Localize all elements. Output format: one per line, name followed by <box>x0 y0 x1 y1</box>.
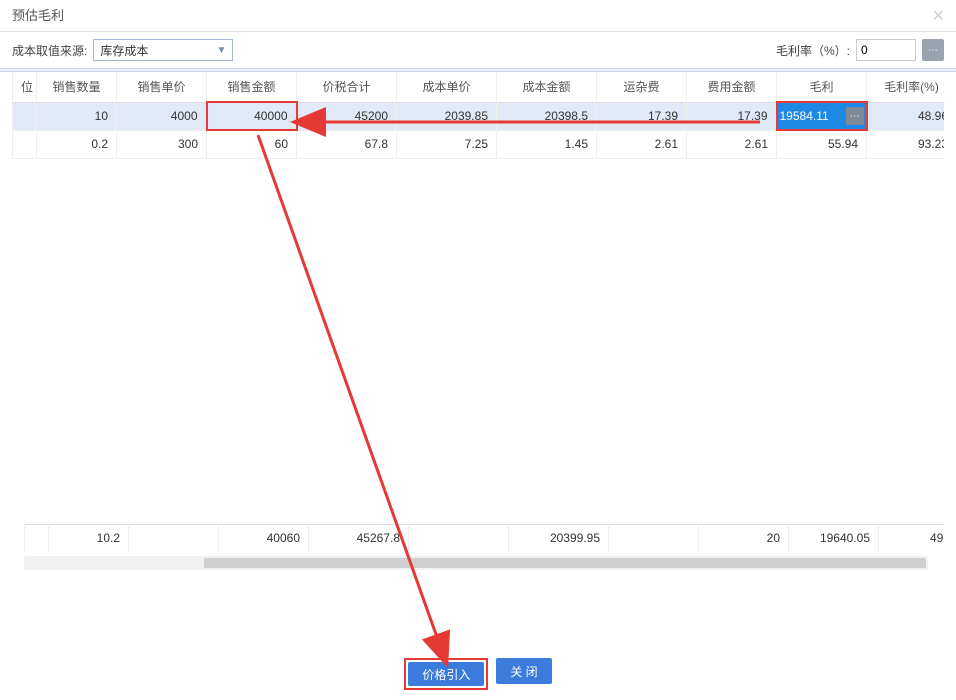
chevron-down-icon: ▼ <box>216 45 226 56</box>
col-profit-rate[interactable]: 毛利率(%) <box>867 72 945 102</box>
close-icon[interactable]: × <box>932 0 944 32</box>
cell[interactable]: 4000 <box>117 102 207 130</box>
header-row: 位 销售数量 销售单价 销售金额 价税合计 成本单价 成本金额 运杂费 费用金额… <box>13 72 945 102</box>
title-bar: 预估毛利 × <box>0 0 956 32</box>
cell[interactable]: 2.61 <box>597 130 687 158</box>
source-label: 成本取值来源: <box>12 42 87 59</box>
cell[interactable]: 7.25 <box>397 130 497 158</box>
col-amount[interactable]: 销售金额 <box>207 72 297 102</box>
rate-input[interactable] <box>856 39 916 61</box>
col-pos[interactable]: 位 <box>13 72 37 102</box>
col-price[interactable]: 销售单价 <box>117 72 207 102</box>
cell[interactable]: 55.94 <box>777 130 867 158</box>
col-qty[interactable]: 销售数量 <box>37 72 117 102</box>
cost-source-value: 库存成本 <box>100 42 148 59</box>
total-cell: 19640.05 <box>789 524 879 552</box>
footer-buttons: 价格引入 关 闭 <box>0 658 956 690</box>
horizontal-scrollbar[interactable] <box>24 556 928 570</box>
cell[interactable]: 2039.85 <box>397 102 497 130</box>
scrollbar-thumb[interactable] <box>204 558 926 568</box>
total-cell: 20 <box>699 524 789 552</box>
col-freight[interactable]: 运杂费 <box>597 72 687 102</box>
highlight-box: 价格引入 <box>404 658 488 690</box>
rate-label: 毛利率（%）: <box>776 42 850 59</box>
cell[interactable]: 300 <box>117 130 207 158</box>
cell-profit-edit[interactable]: 19584.11 ⋯ <box>777 102 867 130</box>
dialog-title: 预估毛利 <box>12 0 64 32</box>
calculator-icon[interactable]: ⋯ <box>922 39 944 61</box>
col-cost-amount[interactable]: 成本金额 <box>497 72 597 102</box>
total-cell: 20399.95 <box>509 524 609 552</box>
total-cell <box>25 524 49 552</box>
cell[interactable]: 67.8 <box>297 130 397 158</box>
total-cell <box>129 524 219 552</box>
dialog-estimate-profit: 预估毛利 × 成本取值来源: 库存成本 ▼ 毛利率（%）: ⋯ <box>0 0 956 700</box>
grid-table: 位 销售数量 销售单价 销售金额 价税合计 成本单价 成本金额 运杂费 费用金额… <box>12 72 944 159</box>
cell-profit-value: 19584.11 <box>780 109 829 123</box>
cell[interactable]: 20398.5 <box>497 102 597 130</box>
total-cell <box>409 524 509 552</box>
toolbar-left: 成本取值来源: 库存成本 ▼ <box>12 39 233 61</box>
table-row[interactable]: 10 4000 40000 45200 2039.85 20398.5 17.3… <box>13 102 945 130</box>
data-grid: 位 销售数量 销售单价 销售金额 价税合计 成本单价 成本金额 运杂费 费用金额… <box>12 72 944 582</box>
totals-row: 10.2 40060 45267.8 20399.95 20 19640.05 … <box>24 524 944 553</box>
col-tax-total[interactable]: 价税合计 <box>297 72 397 102</box>
cell[interactable]: 17.39 <box>687 102 777 130</box>
calculator-icon[interactable]: ⋯ <box>846 107 864 125</box>
cost-source-select[interactable]: 库存成本 ▼ <box>93 39 233 61</box>
close-button[interactable]: 关 闭 <box>496 658 551 684</box>
cell[interactable]: 60 <box>207 130 297 158</box>
cell[interactable]: 17.39 <box>597 102 687 130</box>
col-profit[interactable]: 毛利 <box>777 72 867 102</box>
total-cell: 45267.8 <box>309 524 409 552</box>
toolbar: 成本取值来源: 库存成本 ▼ 毛利率（%）: ⋯ <box>0 32 956 68</box>
total-cell: 40060 <box>219 524 309 552</box>
total-cell <box>609 524 699 552</box>
cell[interactable] <box>13 102 37 130</box>
table-row[interactable]: 0.2 300 60 67.8 7.25 1.45 2.61 2.61 55.9… <box>13 130 945 158</box>
price-import-button[interactable]: 价格引入 <box>408 662 484 686</box>
col-expense[interactable]: 费用金额 <box>687 72 777 102</box>
cell[interactable] <box>13 130 37 158</box>
cell-sales-amount[interactable]: 40000 <box>207 102 297 130</box>
total-cell: 10.2 <box>49 524 129 552</box>
cell[interactable]: 1.45 <box>497 130 597 158</box>
cell[interactable]: 2.61 <box>687 130 777 158</box>
cell[interactable]: 93.23 <box>867 130 945 158</box>
cell[interactable]: 0.2 <box>37 130 117 158</box>
cell[interactable]: 48.96 <box>867 102 945 130</box>
col-cost-price[interactable]: 成本单价 <box>397 72 497 102</box>
cell[interactable]: 45200 <box>297 102 397 130</box>
cell[interactable]: 10 <box>37 102 117 130</box>
toolbar-right: 毛利率（%）: ⋯ <box>776 39 944 61</box>
total-cell: 49.03 <box>879 524 945 552</box>
